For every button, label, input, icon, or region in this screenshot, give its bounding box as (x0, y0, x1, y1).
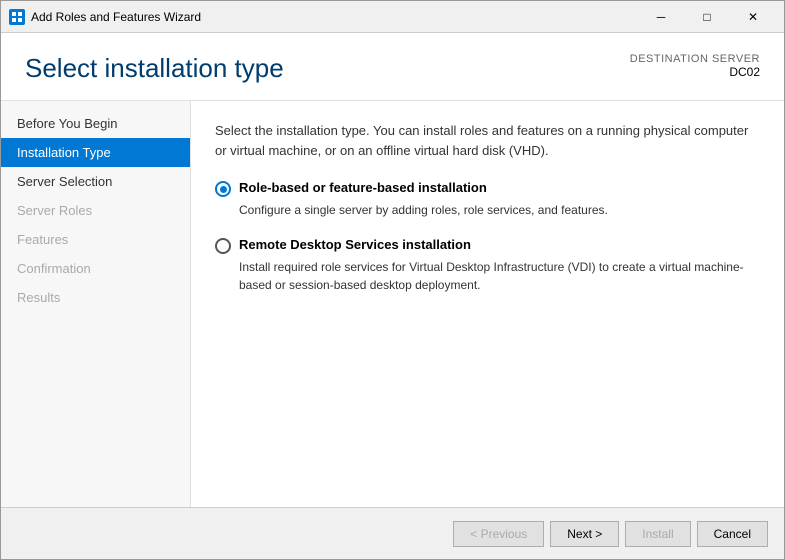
footer: < Previous Next > Install Cancel (1, 507, 784, 559)
title-bar-controls: ─ □ ✕ (638, 1, 776, 33)
app-icon (9, 9, 25, 25)
destination-server-info: DESTINATION SERVER DC02 (630, 53, 760, 79)
option-role-based: Role-based or feature-based installation… (215, 180, 760, 219)
destination-name: DC02 (630, 65, 760, 79)
sidebar-item-confirmation: Confirmation (1, 254, 190, 283)
sidebar: Before You Begin Installation Type Serve… (1, 101, 191, 507)
sidebar-item-features: Features (1, 225, 190, 254)
radio-role-based[interactable] (215, 181, 231, 197)
content-description: Select the installation type. You can in… (215, 121, 760, 160)
option-role-based-row[interactable]: Role-based or feature-based installation (215, 180, 760, 197)
maximize-button[interactable]: □ (684, 1, 730, 33)
option-remote-desktop-row[interactable]: Remote Desktop Services installation (215, 237, 760, 254)
previous-button[interactable]: < Previous (453, 521, 544, 547)
sidebar-item-installation-type[interactable]: Installation Type (1, 138, 190, 167)
window-title: Add Roles and Features Wizard (31, 10, 638, 24)
option-role-based-desc: Configure a single server by adding role… (239, 201, 760, 219)
option-remote-desktop: Remote Desktop Services installation Ins… (215, 237, 760, 294)
title-bar: Add Roles and Features Wizard ─ □ ✕ (1, 1, 784, 33)
main-section: Before You Begin Installation Type Serve… (1, 101, 784, 507)
wizard-window: Add Roles and Features Wizard ─ □ ✕ Sele… (0, 0, 785, 560)
close-button[interactable]: ✕ (730, 1, 776, 33)
next-button[interactable]: Next > (550, 521, 619, 547)
content-area: Select installation type DESTINATION SER… (1, 33, 784, 559)
destination-label: DESTINATION SERVER (630, 53, 760, 65)
page-header: Select installation type DESTINATION SER… (1, 33, 784, 101)
option-remote-desktop-title: Remote Desktop Services installation (239, 237, 471, 252)
radio-remote-desktop[interactable] (215, 238, 231, 254)
sidebar-item-before-you-begin[interactable]: Before You Begin (1, 109, 190, 138)
main-content: Select the installation type. You can in… (191, 101, 784, 507)
sidebar-item-server-selection[interactable]: Server Selection (1, 167, 190, 196)
install-button: Install (625, 521, 690, 547)
cancel-button[interactable]: Cancel (697, 521, 768, 547)
page-title: Select installation type (25, 53, 284, 84)
option-remote-desktop-desc: Install required role services for Virtu… (239, 258, 760, 294)
sidebar-item-server-roles: Server Roles (1, 196, 190, 225)
option-role-based-title: Role-based or feature-based installation (239, 180, 487, 195)
minimize-button[interactable]: ─ (638, 1, 684, 33)
sidebar-item-results: Results (1, 283, 190, 312)
